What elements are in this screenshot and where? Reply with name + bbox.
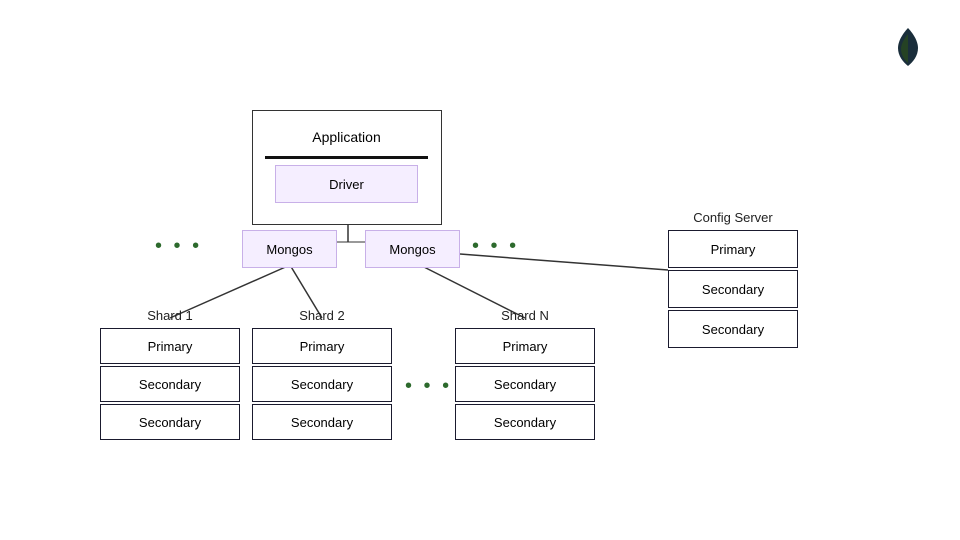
config-primary-box: Primary	[668, 230, 798, 268]
shardN-secondary1-box: Secondary	[455, 366, 595, 402]
shardN-primary-box: Primary	[455, 328, 595, 364]
shardN-secondary2-box: Secondary	[455, 404, 595, 440]
config-secondary2-box: Secondary	[668, 310, 798, 348]
shard1-secondary1-label: Secondary	[139, 377, 201, 392]
shard2-secondary2-label: Secondary	[291, 415, 353, 430]
shard2-primary-box: Primary	[252, 328, 392, 364]
mongos1-box: Mongos	[242, 230, 337, 268]
application-label: Application	[312, 129, 381, 145]
shard2-secondary1-box: Secondary	[252, 366, 392, 402]
diagram-container: Application Driver Mongos Mongos • • • •…	[0, 0, 960, 540]
shard2-secondary2-box: Secondary	[252, 404, 392, 440]
shardN-secondary2-label: Secondary	[494, 415, 556, 430]
config-secondary1-label: Secondary	[702, 282, 764, 297]
mongos2-box: Mongos	[365, 230, 460, 268]
driver-box: Driver	[275, 165, 418, 203]
app-divider	[265, 156, 428, 159]
shard1-secondary2-box: Secondary	[100, 404, 240, 440]
shard1-primary-label: Primary	[148, 339, 193, 354]
mongodb-icon	[896, 28, 920, 66]
dots-left-mongos: • • •	[155, 235, 202, 258]
shard2-label: Shard 2	[252, 308, 392, 323]
config-secondary1-box: Secondary	[668, 270, 798, 308]
mongos2-label: Mongos	[389, 242, 435, 257]
dots-right-mongos: • • •	[472, 235, 519, 258]
shardN-label: Shard N	[455, 308, 595, 323]
connection-lines	[0, 0, 960, 540]
mongos1-label: Mongos	[266, 242, 312, 257]
driver-label: Driver	[329, 177, 364, 192]
application-box: Application	[265, 118, 428, 156]
shardN-secondary1-label: Secondary	[494, 377, 556, 392]
dots-between-shards: • • •	[405, 375, 452, 398]
config-primary-label: Primary	[711, 242, 756, 257]
shard1-label: Shard 1	[100, 308, 240, 323]
shard2-secondary1-label: Secondary	[291, 377, 353, 392]
shardN-primary-label: Primary	[503, 339, 548, 354]
config-secondary2-label: Secondary	[702, 322, 764, 337]
shard1-secondary1-box: Secondary	[100, 366, 240, 402]
shard1-secondary2-label: Secondary	[139, 415, 201, 430]
shard1-primary-box: Primary	[100, 328, 240, 364]
shard2-primary-label: Primary	[300, 339, 345, 354]
config-server-label: Config Server	[668, 210, 798, 225]
